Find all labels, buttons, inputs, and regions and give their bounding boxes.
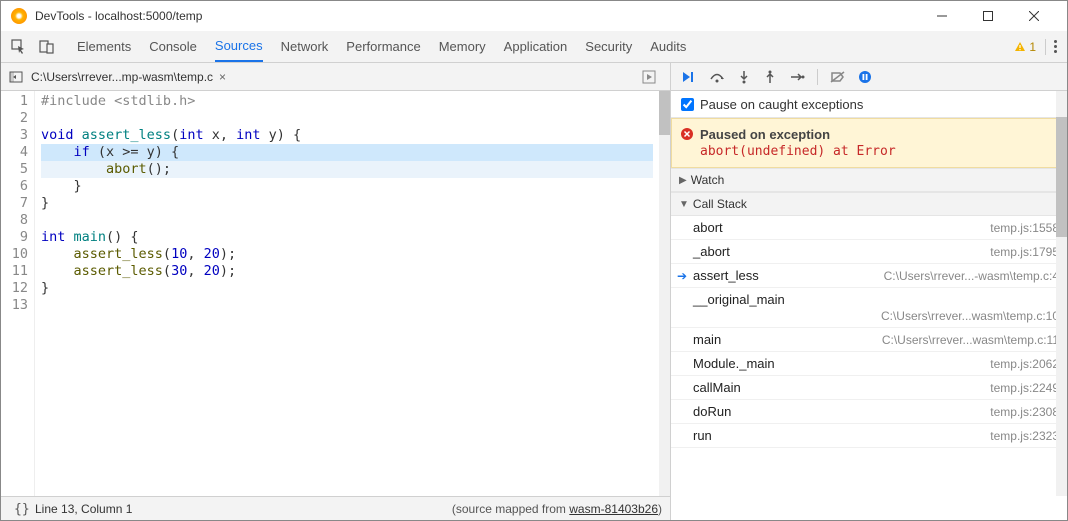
pause-on-caught-checkbox[interactable] <box>681 98 694 111</box>
chevron-down-icon: ▼ <box>679 199 689 210</box>
frame-function: __original_main <box>693 292 1059 307</box>
tab-memory[interactable]: Memory <box>439 31 486 62</box>
main-toolbar: Elements Console Sources Network Performance… <box>1 31 1067 63</box>
frame-location: C:\Users\rrever...-wasm\temp.c:4 <box>884 269 1059 283</box>
frame-location: temp.js:2323 <box>990 429 1059 443</box>
cursor-position: Line 13, Column 1 <box>35 502 452 516</box>
step-out-icon[interactable] <box>763 70 777 84</box>
status-bar: {} Line 13, Column 1 (source mapped from… <box>1 496 670 520</box>
warning-icon <box>1014 41 1026 53</box>
minimize-button[interactable] <box>919 1 965 31</box>
tab-sources[interactable]: Sources <box>215 31 263 62</box>
pause-on-caught-label: Pause on caught exceptions <box>700 97 863 112</box>
callstack-section-header[interactable]: ▼ Call Stack <box>671 192 1067 216</box>
code-editor[interactable]: 12345678910111213 #include <stdlib.h> vo… <box>1 91 670 496</box>
stack-frame[interactable]: run temp.js:2323 <box>671 424 1067 448</box>
pause-detail: abort(undefined) at Error <box>700 144 1056 159</box>
device-toolbar-icon[interactable] <box>35 35 59 59</box>
frame-location: temp.js:1795 <box>990 245 1059 259</box>
line-gutter: 12345678910111213 <box>1 91 35 496</box>
paused-on-exception-banner: Paused on exception abort(undefined) at … <box>671 118 1067 168</box>
editor-scrollbar[interactable] <box>659 91 670 496</box>
devtools-logo-icon <box>11 8 27 24</box>
frame-function: main <box>693 332 721 347</box>
tab-console[interactable]: Console <box>149 31 197 62</box>
run-snippet-icon[interactable] <box>642 70 656 84</box>
frame-location: temp.js:1558 <box>990 221 1059 235</box>
frame-location: temp.js:2249 <box>990 381 1059 395</box>
tab-network[interactable]: Network <box>281 31 329 62</box>
sidebar-scrollbar[interactable] <box>1056 91 1067 496</box>
frame-function: abort <box>693 220 723 235</box>
stack-frame[interactable]: ➔ assert_less C:\Users\rrever...-wasm\temp… <box>671 264 1067 288</box>
pause-title: Paused on exception <box>700 127 1056 142</box>
file-tab[interactable]: C:\Users\rrever...mp-wasm\temp.c × <box>23 67 234 87</box>
window-title: DevTools - localhost:5000/temp <box>35 9 919 23</box>
stack-frame[interactable]: Module._main temp.js:2062 <box>671 352 1067 376</box>
stack-frame[interactable]: doRun temp.js:2308 <box>671 400 1067 424</box>
pause-on-exceptions-icon[interactable] <box>858 70 872 84</box>
stack-frame[interactable]: main C:\Users\rrever...wasm\temp.c:11 <box>671 328 1067 352</box>
tab-security[interactable]: Security <box>585 31 632 62</box>
debugger-toolbar <box>671 63 1067 91</box>
pause-on-caught-row[interactable]: Pause on caught exceptions <box>671 91 1067 118</box>
deactivate-breakpoints-icon[interactable] <box>830 70 846 84</box>
step-icon[interactable] <box>789 70 805 84</box>
sources-subbar: C:\Users\rrever...mp-wasm\temp.c × <box>1 63 670 91</box>
chevron-right-icon: ▶ <box>679 175 687 186</box>
watch-section-header[interactable]: ▶ Watch <box>671 168 1067 192</box>
call-stack: abort temp.js:1558 _abort temp.js:1795 ➔ asse… <box>671 216 1067 448</box>
step-into-icon[interactable] <box>737 70 751 84</box>
watch-title: Watch <box>691 173 725 187</box>
resume-icon[interactable] <box>681 70 697 84</box>
inspect-element-icon[interactable] <box>7 35 31 59</box>
callstack-title: Call Stack <box>693 197 747 211</box>
tab-application[interactable]: Application <box>504 31 568 62</box>
svg-text:{}: {} <box>14 502 30 516</box>
source-map-info: (source mapped from wasm-81403b26) <box>452 502 662 516</box>
pretty-print-icon[interactable]: {} <box>9 502 35 516</box>
titlebar: DevTools - localhost:5000/temp <box>1 1 1067 31</box>
frame-function: run <box>693 428 712 443</box>
frame-function: Module._main <box>693 356 775 371</box>
stack-frame[interactable]: abort temp.js:1558 <box>671 216 1067 240</box>
file-tab-close-icon[interactable]: × <box>219 70 226 84</box>
frame-function: callMain <box>693 380 741 395</box>
frame-function: doRun <box>693 404 731 419</box>
navigator-toggle-icon[interactable] <box>9 70 23 84</box>
frame-location: temp.js:2308 <box>990 405 1059 419</box>
frame-function: _abort <box>693 244 730 259</box>
maximize-button[interactable] <box>965 1 1011 31</box>
current-frame-icon: ➔ <box>677 269 687 283</box>
close-button[interactable] <box>1011 1 1057 31</box>
frame-location: C:\Users\rrever...wasm\temp.c:11 <box>882 333 1059 347</box>
tab-audits[interactable]: Audits <box>650 31 686 62</box>
tab-performance[interactable]: Performance <box>346 31 420 62</box>
stack-frame[interactable]: __original_main C:\Users\rrever...wasm\te… <box>671 288 1067 328</box>
tab-elements[interactable]: Elements <box>77 31 131 62</box>
stack-frame[interactable]: _abort temp.js:1795 <box>671 240 1067 264</box>
warning-count: 1 <box>1029 40 1036 54</box>
frame-location: C:\Users\rrever...wasm\temp.c:10 <box>693 309 1059 323</box>
step-over-icon[interactable] <box>709 70 725 84</box>
error-icon <box>680 127 694 141</box>
stack-frame[interactable]: callMain temp.js:2249 <box>671 376 1067 400</box>
file-tab-path: C:\Users\rrever...mp-wasm\temp.c <box>31 70 213 84</box>
frame-function: assert_less <box>693 268 759 283</box>
frame-location: temp.js:2062 <box>990 357 1059 371</box>
kebab-menu-icon[interactable] <box>1054 40 1057 53</box>
source-map-link[interactable]: wasm-81403b26 <box>569 502 658 516</box>
warnings-chip[interactable]: 1 <box>1014 39 1046 55</box>
